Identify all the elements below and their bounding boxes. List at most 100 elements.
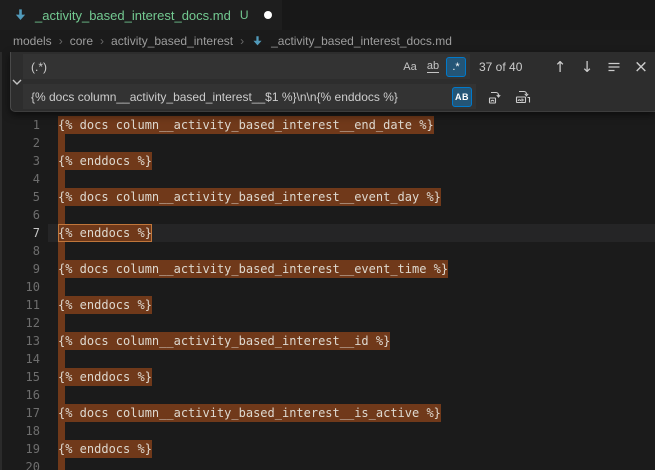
- code-line[interactable]: 10: [0, 278, 655, 296]
- search-match: {% enddocs %}: [58, 296, 152, 314]
- code-line[interactable]: 2: [0, 134, 655, 152]
- line-content: [58, 350, 65, 368]
- line-number: 10: [0, 278, 40, 296]
- empty-line-match: [58, 170, 65, 188]
- next-match-button[interactable]: ↓: [576, 56, 598, 78]
- line-content: {% docs column__activity_based_interest_…: [58, 116, 434, 134]
- breadcrumb-item-activity-based-interest[interactable]: activity_based_interest: [111, 34, 233, 48]
- line-content: [58, 134, 65, 152]
- markdown-file-icon: [13, 8, 28, 23]
- regex-icon[interactable]: .*: [446, 57, 466, 77]
- code-line[interactable]: 4: [0, 170, 655, 188]
- replace-all-button[interactable]: [512, 86, 534, 108]
- code-line[interactable]: 9 {% docs column__activity_based_interest…: [0, 260, 655, 278]
- tab-activity-docs[interactable]: _activity_based_interest_docs.md U: [0, 0, 282, 30]
- line-content: {% enddocs %}: [58, 296, 152, 314]
- search-match: {% docs column__activity_based_interest_…: [58, 116, 434, 134]
- previous-match-button[interactable]: ↑: [549, 56, 571, 78]
- breadcrumb-item-models[interactable]: models: [13, 34, 52, 48]
- code-line[interactable]: 16: [0, 386, 655, 404]
- code-line[interactable]: 12: [0, 314, 655, 332]
- code-line[interactable]: 7 {% enddocs %}: [0, 224, 655, 242]
- line-number: 5: [0, 188, 40, 206]
- chevron-right-icon: ›: [240, 34, 244, 48]
- line-content: [58, 206, 65, 224]
- line-content: [58, 386, 65, 404]
- line-number: 2: [0, 134, 40, 152]
- empty-line-match: [58, 278, 65, 296]
- replace-icon: [487, 89, 503, 105]
- close-find-button[interactable]: ×: [630, 56, 652, 78]
- line-number: 13: [0, 332, 40, 350]
- line-number: 11: [0, 296, 40, 314]
- search-match: {% enddocs %}: [58, 152, 152, 170]
- code-line[interactable]: 19 {% enddocs %}: [0, 440, 655, 458]
- code-line[interactable]: 14: [0, 350, 655, 368]
- code-line[interactable]: 11 {% enddocs %}: [0, 296, 655, 314]
- line-number: 12: [0, 314, 40, 332]
- tab-filename: _activity_based_interest_docs.md: [35, 8, 231, 23]
- find-in-selection-button[interactable]: [603, 56, 625, 78]
- line-number: 1: [0, 116, 40, 134]
- find-input[interactable]: (.*) Aa ab .*: [23, 54, 470, 79]
- line-number: 17: [0, 404, 40, 422]
- replace-button[interactable]: [484, 86, 506, 108]
- current-search-match: {% enddocs %}: [58, 224, 152, 242]
- preserve-case-icon[interactable]: AB: [452, 87, 472, 107]
- line-content: [58, 170, 65, 188]
- code-line[interactable]: 13 {% docs column__activity_based_interes…: [0, 332, 655, 350]
- markdown-file-icon: [251, 35, 264, 48]
- line-content: {% enddocs %}: [58, 224, 152, 242]
- empty-line-match: [58, 386, 65, 404]
- editor[interactable]: 1 {% docs column__activity_based_interest…: [0, 52, 655, 470]
- line-content: [58, 314, 65, 332]
- line-content: {% enddocs %}: [58, 440, 152, 458]
- chevron-right-icon: ›: [100, 34, 104, 48]
- tab-bar: _activity_based_interest_docs.md U: [0, 0, 655, 30]
- find-query: (.*): [31, 60, 400, 74]
- code-line[interactable]: 17{% docs column__activity_based_interes…: [0, 404, 655, 422]
- line-number: 20: [0, 458, 40, 470]
- replace-input[interactable]: {% docs column__activity_based_interest_…: [23, 84, 476, 109]
- breadcrumb-item-file[interactable]: _activity_based_interest_docs.md: [271, 34, 452, 48]
- line-number: 18: [0, 422, 40, 440]
- chevron-down-icon: [11, 78, 23, 86]
- arrow-up-icon: ↑: [554, 58, 567, 76]
- empty-line-match: [58, 314, 65, 332]
- search-match: {% docs column__activity_based_interest_…: [58, 332, 390, 350]
- empty-line-match: [58, 242, 65, 260]
- match-case-icon[interactable]: Aa: [400, 57, 420, 77]
- arrow-down-icon: ↓: [581, 58, 594, 76]
- code-line[interactable]: 3{% enddocs %}: [0, 152, 655, 170]
- breadcrumb-item-core[interactable]: core: [70, 34, 93, 48]
- line-content: {% docs column__activity_based_interest_…: [58, 260, 448, 278]
- replace-all-icon: [515, 89, 531, 105]
- code-line[interactable]: 6: [0, 206, 655, 224]
- line-content: {% enddocs %}: [58, 368, 152, 386]
- modified-dot[interactable]: [264, 11, 272, 19]
- line-number: 9: [0, 260, 40, 278]
- code-line[interactable]: 1 {% docs column__activity_based_interest…: [0, 116, 655, 134]
- code-line[interactable]: 5{% docs column__activity_based_interest…: [0, 188, 655, 206]
- match-count: 37 of 40: [479, 60, 537, 74]
- line-number: 15: [0, 368, 40, 386]
- code-line[interactable]: 8: [0, 242, 655, 260]
- line-content: [58, 422, 65, 440]
- line-number: 7: [0, 224, 40, 242]
- chevron-right-icon: ›: [59, 34, 63, 48]
- toggle-replace-button[interactable]: [11, 52, 23, 111]
- line-content: [58, 458, 65, 470]
- whole-word-icon[interactable]: ab: [423, 57, 443, 77]
- code-line[interactable]: 15 {% enddocs %}: [0, 368, 655, 386]
- line-content: [58, 278, 65, 296]
- line-number: 14: [0, 350, 40, 368]
- line-number: 19: [0, 440, 40, 458]
- empty-line-match: [58, 422, 65, 440]
- empty-line-match: [58, 134, 65, 152]
- replace-value: {% docs column__activity_based_interest_…: [31, 90, 452, 104]
- code-line[interactable]: 20: [0, 458, 655, 470]
- close-icon: ×: [634, 57, 648, 77]
- code-line[interactable]: 18: [0, 422, 655, 440]
- line-number: 8: [0, 242, 40, 260]
- search-match: {% enddocs %}: [58, 440, 152, 458]
